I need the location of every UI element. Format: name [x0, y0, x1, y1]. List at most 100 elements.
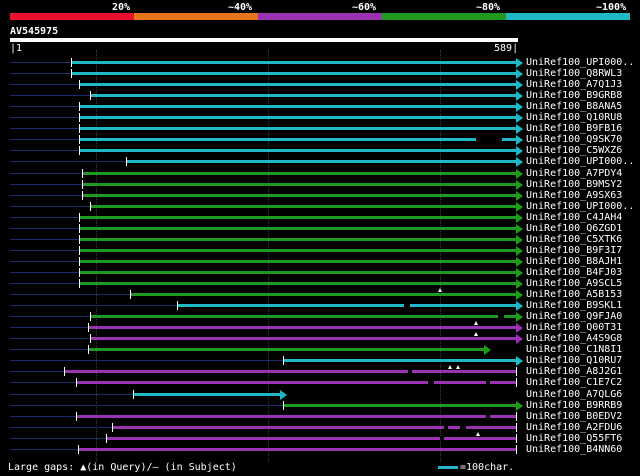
hit-name-link[interactable]: UniRef100_B9RRB9 [526, 400, 622, 411]
hit-alignment-bar[interactable] [80, 282, 516, 285]
hit-unaligned-line [10, 261, 79, 262]
scale-label-100: ~100% [596, 2, 627, 13]
hit-alignment-bar[interactable] [83, 172, 516, 175]
hit-alignment-bar[interactable] [284, 404, 516, 407]
hit-unaligned-line [10, 283, 79, 284]
hit-alignment-bar[interactable] [113, 426, 516, 429]
hit-alignment-bar[interactable] [80, 227, 516, 230]
hit-name-link[interactable]: UniRef100_A5B153 [526, 289, 622, 300]
hit-alignment-bar[interactable] [80, 83, 516, 86]
hit-alignment-bar[interactable] [91, 337, 516, 340]
hit-name-link[interactable]: UniRef100_B9F3I7 [526, 245, 622, 256]
hit-name-link[interactable]: UniRef100_C4JAH4 [526, 212, 622, 223]
hit-alignment-bar[interactable] [77, 415, 516, 418]
hit-alignment-bar[interactable] [89, 326, 516, 329]
hit-unaligned-line [10, 338, 90, 339]
hit-unaligned-line [10, 150, 79, 151]
hit-name-link[interactable]: UniRef100_A9SCL5 [526, 278, 622, 289]
hit-unaligned-line [10, 84, 79, 85]
hit-name-link[interactable]: UniRef100_B9MSY2 [526, 179, 622, 190]
subject-gap [486, 415, 490, 418]
hit-name-link[interactable]: UniRef100_B9GRB8 [526, 90, 622, 101]
hit-name-link[interactable]: UniRef100_Q10RU7 [526, 355, 622, 366]
hit-name-link[interactable]: UniRef100_A7QLG6 [526, 389, 622, 400]
hit-name-link[interactable]: UniRef100_B0EDV2 [526, 411, 622, 422]
hit-unaligned-line [10, 316, 90, 317]
gridline [268, 50, 269, 462]
hit-name-link[interactable]: UniRef100_B8ANA5 [526, 101, 622, 112]
subject-gap [440, 437, 444, 440]
hit-alignment-bar[interactable] [284, 359, 516, 362]
hit-alignment-bar[interactable] [134, 393, 280, 396]
hit-name-link[interactable]: UniRef100_Q00T31 [526, 322, 622, 333]
hit-name-link[interactable]: UniRef100_C5XTK6 [526, 234, 622, 245]
hit-alignment-bar[interactable] [91, 315, 516, 318]
hit-alignment-bar[interactable] [72, 61, 516, 64]
hit-name-link[interactable]: UniRef100_Q10RU8 [526, 112, 622, 123]
hit-alignment-bar[interactable] [131, 293, 516, 296]
hit-unaligned-line [10, 217, 79, 218]
hit-name-link[interactable]: UniRef100_B9FB16 [526, 123, 622, 134]
hit-name-link[interactable]: UniRef100_UPI000.. [526, 201, 634, 212]
hit-direction-arrow-icon [516, 156, 523, 167]
hit-name-link[interactable]: UniRef100_UPI000.. [526, 57, 634, 68]
hit-alignment-bar[interactable] [107, 437, 516, 440]
hit-alignment-bar[interactable] [77, 381, 516, 384]
hit-alignment-bar[interactable] [80, 127, 516, 130]
hit-name-link[interactable]: UniRef100_A9SX63 [526, 190, 622, 201]
hit-name-link[interactable]: UniRef100_A7PDY4 [526, 168, 622, 179]
hit-direction-arrow-icon [516, 223, 523, 234]
hit-alignment-bar[interactable] [80, 116, 516, 119]
hit-alignment-bar[interactable] [80, 249, 516, 252]
hit-name-link[interactable]: UniRef100_B4FJ03 [526, 267, 622, 278]
hit-unaligned-line [10, 184, 82, 185]
hit-direction-arrow-icon [516, 278, 523, 289]
hit-alignment-bar[interactable] [65, 370, 516, 373]
hit-unaligned-line [10, 117, 79, 118]
hit-name-link[interactable]: UniRef100_UPI000.. [526, 156, 634, 167]
hit-name-link[interactable]: UniRef100_Q6ZGD1 [526, 223, 622, 234]
hit-alignment-bar[interactable] [80, 260, 516, 263]
scale-label-80: ~80% [476, 2, 501, 13]
hit-name-link[interactable]: UniRef100_Q9FJA0 [526, 311, 622, 322]
hit-alignment-bar[interactable] [91, 205, 516, 208]
hit-direction-arrow-icon [516, 355, 523, 366]
hit-name-link[interactable]: UniRef100_A4S9G8 [526, 333, 622, 344]
hit-alignment-bar[interactable] [80, 271, 516, 274]
hit-name-link[interactable]: UniRef100_Q8RWL3 [526, 68, 622, 79]
hit-alignment-bar[interactable] [89, 348, 484, 351]
hit-name-link[interactable]: UniRef100_B9SKL1 [526, 300, 622, 311]
hit-unaligned-line [10, 139, 79, 140]
hit-name-link[interactable]: UniRef100_C1N8I1 [526, 344, 622, 355]
hit-direction-arrow-icon [516, 68, 523, 79]
hit-name-link[interactable]: UniRef100_A7Q1J3 [526, 79, 622, 90]
hit-unaligned-line [10, 161, 126, 162]
hit-alignment-bar[interactable] [178, 304, 516, 307]
hit-name-link[interactable]: UniRef100_B4NN60 [526, 444, 622, 455]
hit-alignment-bar[interactable] [80, 149, 516, 152]
hit-name-link[interactable]: UniRef100_Q55FT6 [526, 433, 622, 444]
hit-alignment-bar[interactable] [79, 448, 516, 451]
hit-alignment-bar[interactable] [80, 105, 516, 108]
hit-name-link[interactable]: UniRef100_C5WXZ6 [526, 145, 622, 156]
query-start: |1 [10, 43, 23, 54]
hit-alignment-bar[interactable] [127, 160, 516, 163]
hit-unaligned-line [10, 405, 283, 406]
hit-alignment-bar[interactable] [80, 238, 516, 241]
hit-alignment-bar[interactable] [83, 183, 516, 186]
hit-alignment-bar[interactable] [80, 216, 516, 219]
hit-name-link[interactable]: UniRef100_C1E7C2 [526, 377, 622, 388]
hit-direction-arrow-icon [516, 179, 523, 190]
hit-end-tick [516, 378, 517, 387]
gridline [96, 50, 97, 462]
query-gap-triangle-icon [476, 432, 480, 436]
hit-alignment-bar[interactable] [83, 194, 516, 197]
hit-alignment-bar[interactable] [91, 94, 516, 97]
hit-alignment-bar[interactable] [72, 72, 516, 75]
hit-name-link[interactable]: UniRef100_A8J2G1 [526, 366, 622, 377]
hit-name-link[interactable]: UniRef100_A2FDU6 [526, 422, 622, 433]
gridline [440, 50, 441, 462]
hit-name-link[interactable]: UniRef100_Q9SK70 [526, 134, 622, 145]
hit-alignment-bar[interactable] [80, 138, 516, 141]
hit-name-link[interactable]: UniRef100_B8AJH1 [526, 256, 622, 267]
